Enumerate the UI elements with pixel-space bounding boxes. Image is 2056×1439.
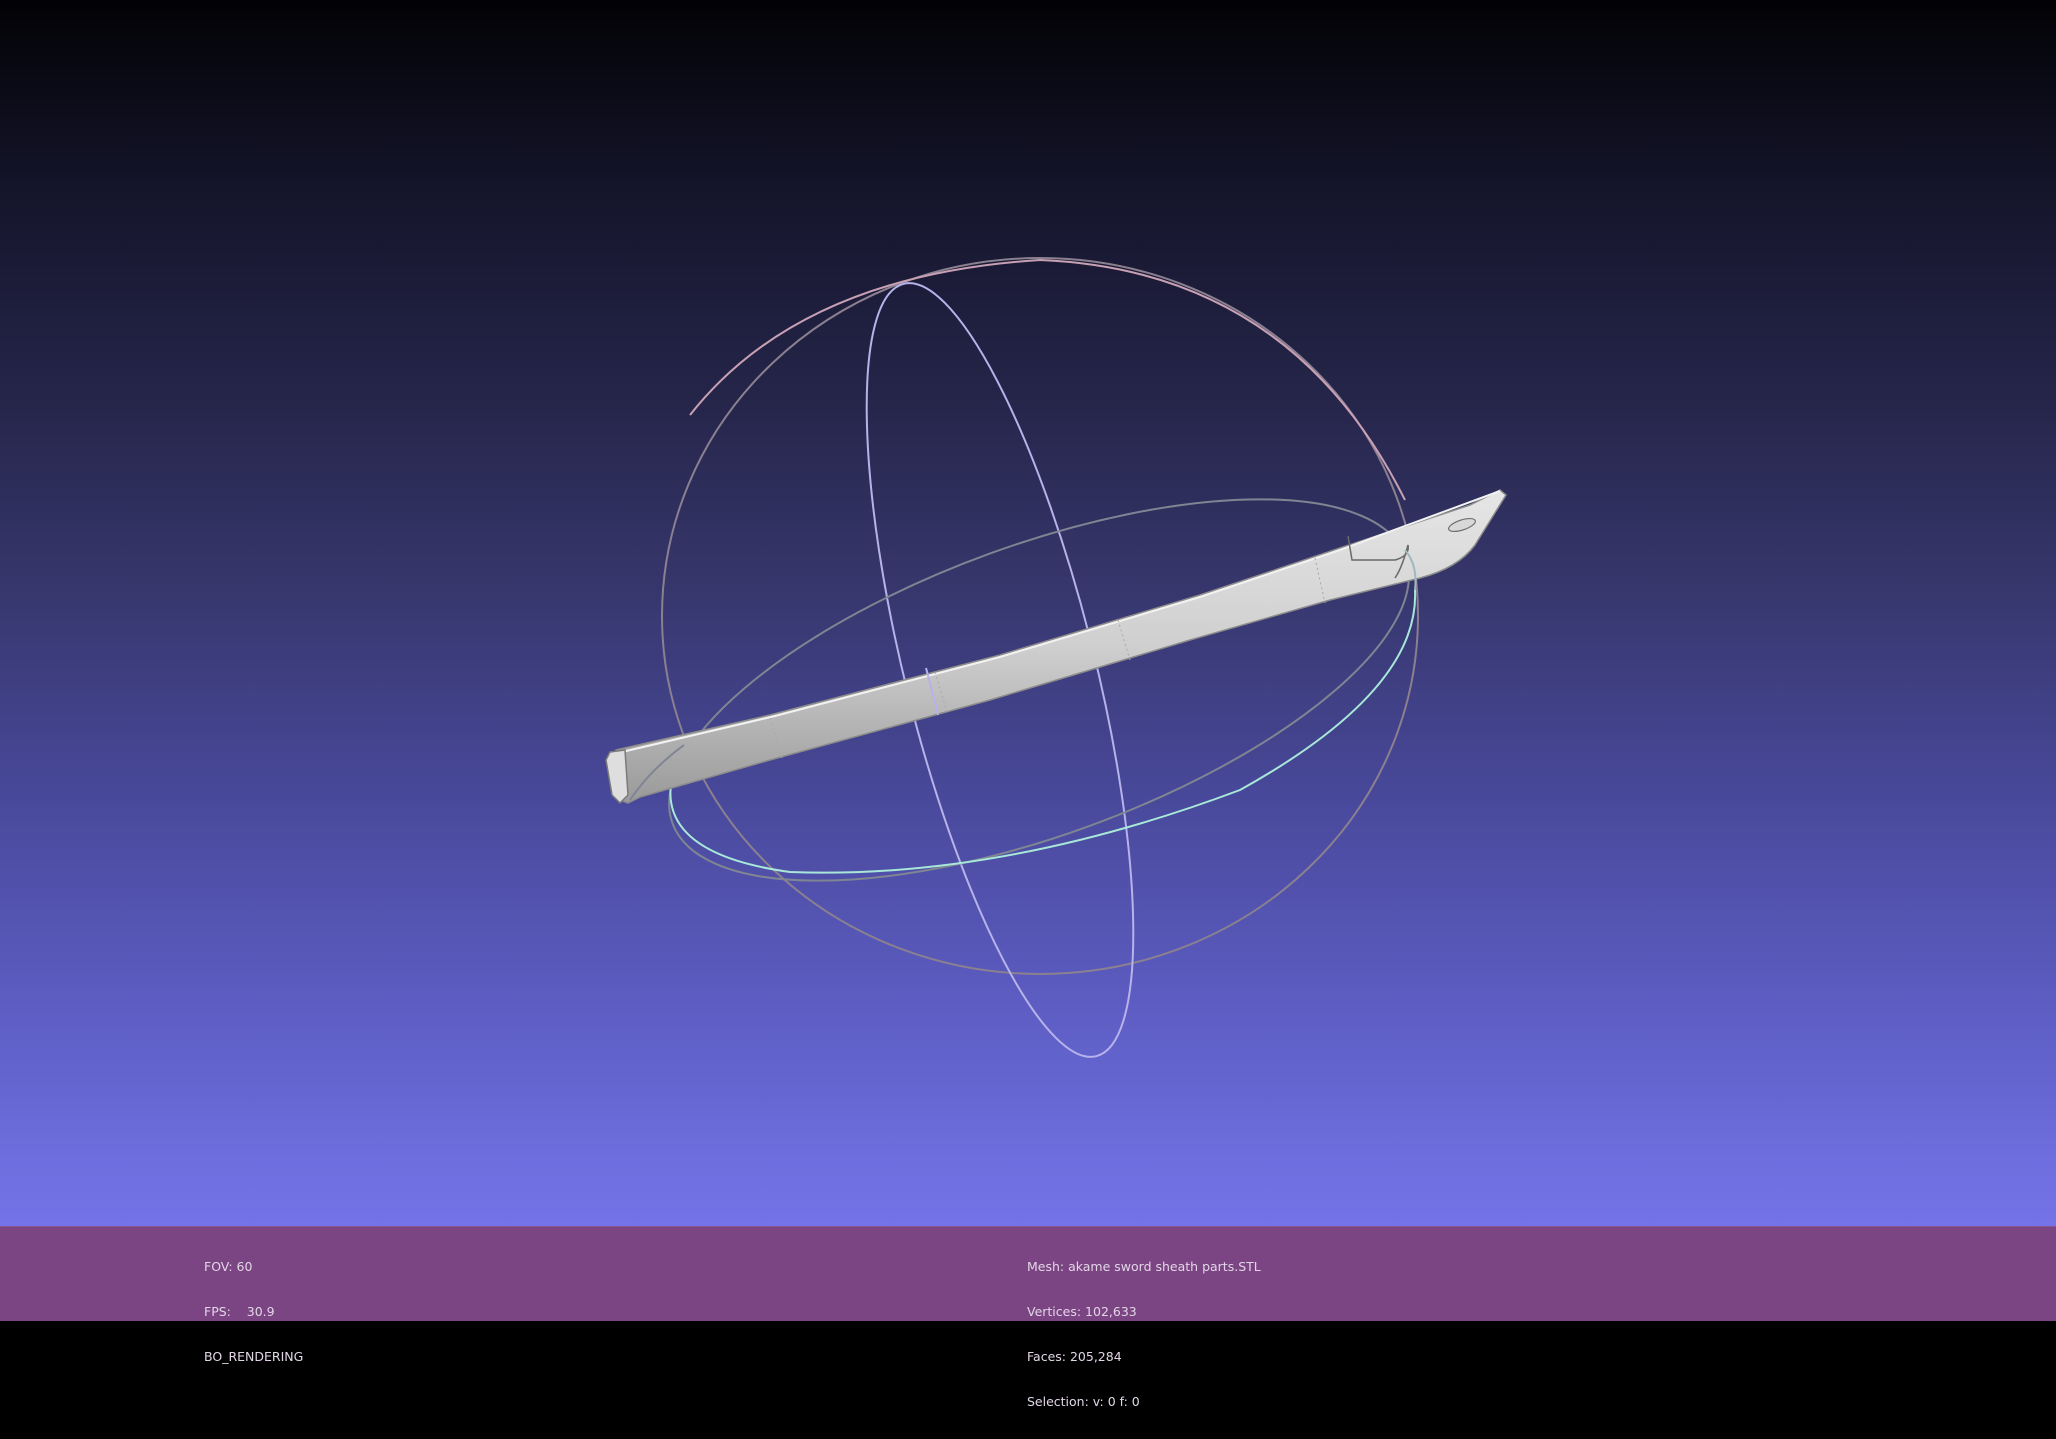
faces-readout: Faces: 205,284: [1027, 1349, 1122, 1364]
mesh-name-readout: Mesh: akame sword sheath parts.STL: [1027, 1259, 1261, 1274]
fps-readout: FPS: 30.9: [204, 1304, 275, 1319]
sword-sheath-mesh[interactable]: [605, 489, 1507, 805]
fov-readout: FOV: 60: [204, 1259, 253, 1274]
render-mode-readout: BO_RENDERING: [204, 1349, 304, 1364]
3d-viewport[interactable]: FOV: 60 FPS: 30.9 BO_RENDERING Mesh: aka…: [0, 0, 2056, 1409]
mesh-info: Mesh: akame sword sheath parts.STL Verti…: [1027, 1229, 1261, 1439]
trackball-horizontal-ring: [668, 498, 1410, 882]
trackball-ring-pink-arc: [689, 258, 1406, 501]
trackball-outer-ring: [661, 257, 1419, 975]
render-info: FOV: 60 FPS: 30.9 BO_RENDERING: [204, 1229, 303, 1394]
sheath-end-cap: [605, 749, 629, 805]
selection-readout: Selection: v: 0 f: 0: [1027, 1394, 1140, 1409]
scene-canvas[interactable]: [0, 0, 2056, 1226]
vertices-readout: Vertices: 102,633: [1027, 1304, 1137, 1319]
